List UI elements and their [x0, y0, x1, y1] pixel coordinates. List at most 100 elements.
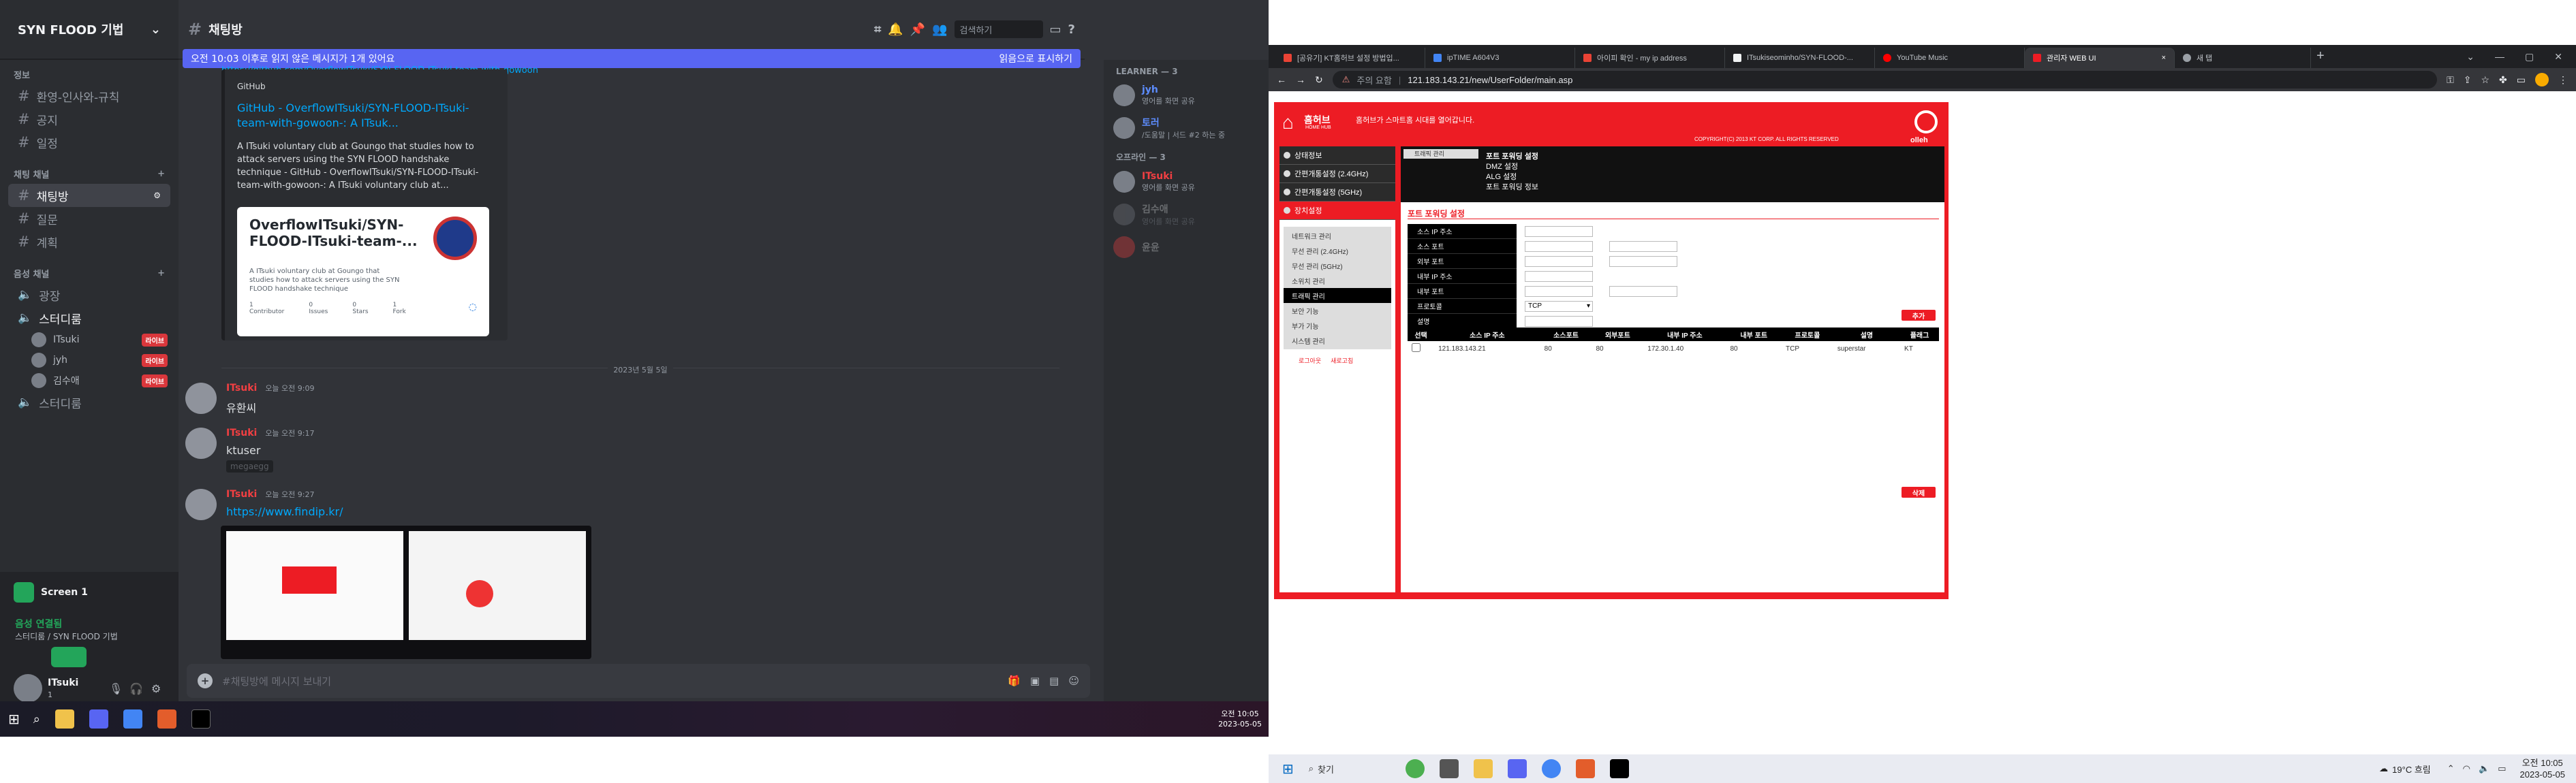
voice-user[interactable]: 김수애 라이브	[31, 370, 179, 391]
tab-search-icon[interactable]: ⌄	[2466, 51, 2474, 63]
folder-icon[interactable]	[1473, 759, 1493, 778]
chrome-icon[interactable]	[1541, 759, 1561, 778]
menu-device-settings[interactable]: 장치설정	[1279, 202, 1395, 220]
app-icon[interactable]	[157, 709, 176, 729]
url-input[interactable]: ⚠ 주의 요함 | 121.183.143.21/new/UserFolder/…	[1332, 71, 2438, 89]
browser-tab[interactable]: ITsukiseominho/SYN-FLOOD-...	[1725, 48, 1875, 68]
plus-icon[interactable]: +	[157, 268, 165, 278]
submenu-wireless-5[interactable]: 무선 관리 (5GHz)	[1284, 258, 1391, 273]
external-port-start-field[interactable]	[1525, 256, 1593, 267]
member-item[interactable]: 윤윤	[1104, 231, 1269, 263]
gif-icon[interactable]: ▣	[1030, 675, 1040, 687]
voice-connected-where[interactable]: 스터디룸 / SYN FLOOD 기법	[15, 630, 118, 642]
minimize-icon[interactable]: —	[2495, 51, 2504, 63]
channel-schedule[interactable]: # 일정	[8, 131, 170, 154]
menu-easy-24[interactable]: 간편개통설정 (2.4GHz)	[1279, 165, 1395, 183]
reload-icon[interactable]: ↻	[1315, 74, 1323, 86]
internal-port-end-field[interactable]	[1609, 286, 1677, 297]
member-item[interactable]: 김수애 영어를 화면 공유	[1104, 198, 1269, 231]
browser-tab[interactable]: [공유기] KT홈허브 설정 방법입...	[1275, 48, 1425, 68]
submenu-wireless-24[interactable]: 무선 관리 (2.4GHz)	[1284, 243, 1391, 258]
source-port-start-field[interactable]	[1525, 241, 1593, 252]
submenu-switch[interactable]: 소위치 관리	[1284, 273, 1391, 288]
taskbar-clock[interactable]: 오전 10:05 2023-05-05	[1218, 709, 1262, 729]
key-icon[interactable]: ⚿	[2447, 74, 2454, 86]
close-icon[interactable]: ✕	[2554, 51, 2562, 63]
plus-icon[interactable]: +	[198, 673, 213, 688]
widget-icon[interactable]	[1405, 759, 1425, 778]
member-item[interactable]: 토러/도움말 | 서드 #2 하는 중	[1104, 112, 1269, 144]
external-port-end-field[interactable]	[1609, 256, 1677, 267]
search-input[interactable]: 검색하기	[954, 20, 1043, 38]
voice-user[interactable]: ITsuki 라이브	[31, 330, 179, 350]
tab-traffic[interactable]: 트래픽 관리	[1403, 149, 1478, 159]
delete-button[interactable]: 삭제	[1902, 487, 1936, 498]
warning-icon[interactable]: ⚠	[1342, 74, 1350, 85]
pin-icon[interactable]: 📌	[910, 22, 925, 37]
channel-question[interactable]: # 질문	[8, 207, 170, 230]
screen-share-button[interactable]	[51, 647, 87, 667]
channel-welcome[interactable]: # 환영-인사와-규칙	[8, 84, 170, 108]
voice-user[interactable]: jyh 라이브	[31, 350, 179, 370]
submenu-traffic[interactable]: 트래픽 관리	[1284, 288, 1391, 303]
chevron-up-icon[interactable]: ⌃	[2447, 763, 2455, 774]
forward-icon[interactable]: →	[1296, 74, 1305, 85]
category-voice[interactable]: 음성 채널 +	[0, 263, 179, 283]
message-link[interactable]: https://www.findip.kr/	[226, 505, 343, 518]
gear-icon[interactable]: ⚙	[151, 682, 161, 695]
plus-icon[interactable]: +	[157, 169, 165, 179]
channel-chatroom[interactable]: # 채팅방 ⚙	[8, 184, 170, 207]
terminal-icon[interactable]	[1609, 759, 1629, 778]
gear-icon[interactable]: ⚙	[153, 191, 161, 200]
search-icon[interactable]: ⌕	[33, 712, 40, 726]
volume-icon[interactable]: 🔈	[2479, 763, 2489, 774]
browser-tab[interactable]: 아이피 확인 - my ip address	[1575, 48, 1725, 68]
menu-easy-5[interactable]: 간편개통설정 (5GHz)	[1279, 183, 1395, 202]
gift-icon[interactable]: 🎁	[1008, 675, 1021, 687]
source-ip-field[interactable]	[1525, 226, 1593, 237]
members-icon[interactable]: 👥	[932, 22, 947, 37]
screenshot-attachment[interactable]	[221, 526, 591, 659]
category-info[interactable]: 정보	[0, 64, 179, 84]
discord-app-icon[interactable]	[1507, 759, 1527, 778]
search-box[interactable]: ⌕ 찾기	[1309, 760, 1391, 778]
share-icon[interactable]: ⇪	[2464, 74, 2472, 86]
table-row[interactable]: 121.183.143.21 80 80 172.30.1.40 80 TCP supe…	[1408, 341, 1939, 356]
weather-widget[interactable]: ☁ 19°C 흐림	[2379, 763, 2431, 776]
close-icon[interactable]: ×	[2162, 54, 2166, 62]
battery-icon[interactable]: ▭	[2498, 763, 2506, 774]
help-icon[interactable]: ?	[1068, 22, 1075, 37]
bell-icon[interactable]: 🔔	[888, 22, 903, 37]
headphones-icon[interactable]: 🎧	[129, 682, 143, 695]
link-port-forwarding[interactable]: 포트 포워딩 설정	[1486, 150, 1538, 161]
link-port-info[interactable]: 포트 포워딩 정보	[1486, 181, 1538, 192]
protocol-select[interactable]: TCP ▾	[1525, 301, 1593, 312]
maximize-icon[interactable]: ▢	[2525, 51, 2534, 63]
emoji-icon[interactable]: ☺	[1068, 675, 1079, 687]
sidepanel-icon[interactable]: ▭	[2517, 74, 2526, 86]
terminal-icon[interactable]	[191, 709, 211, 729]
back-icon[interactable]: ←	[1277, 74, 1286, 85]
refresh-button[interactable]: 새로고침	[1331, 356, 1353, 365]
channel-plan[interactable]: # 계획	[8, 230, 170, 253]
browser-tab[interactable]: ipTIME A604V3	[1425, 48, 1575, 68]
inbox-icon[interactable]: ▭	[1050, 22, 1061, 37]
browser-tab[interactable]: 새 탭	[2175, 48, 2311, 68]
sticker-icon[interactable]: ▤	[1049, 675, 1059, 687]
voice-channel-studyroom[interactable]: 🔈 스터디룸	[8, 306, 170, 330]
bookmark-star-icon[interactable]: ☆	[2481, 74, 2489, 86]
taskbar-clock[interactable]: 오전 10:05 2023-05-05	[2520, 757, 2566, 780]
embed-card-image[interactable]: OverflowITsuki/SYN-FLOOD-ITsuki-team-...…	[237, 207, 489, 336]
avatar[interactable]	[185, 383, 217, 414]
task-view-icon[interactable]	[1439, 759, 1459, 778]
submenu-extra[interactable]: 부가 기능	[1284, 318, 1391, 333]
chrome-icon[interactable]	[123, 709, 142, 729]
link-dmz[interactable]: DMZ 설정	[1486, 161, 1518, 172]
channel-notice[interactable]: # 공지	[8, 108, 170, 131]
app-icon[interactable]	[1575, 759, 1595, 778]
windows-start-icon[interactable]: ⊞	[1282, 761, 1294, 778]
voice-channel-studyroom-2[interactable]: 🔈 스터디룸	[8, 391, 170, 414]
avatar[interactable]	[185, 489, 217, 520]
internal-port-start-field[interactable]	[1525, 286, 1593, 297]
mark-read-button[interactable]: 읽음으로 표시하기	[999, 52, 1073, 65]
